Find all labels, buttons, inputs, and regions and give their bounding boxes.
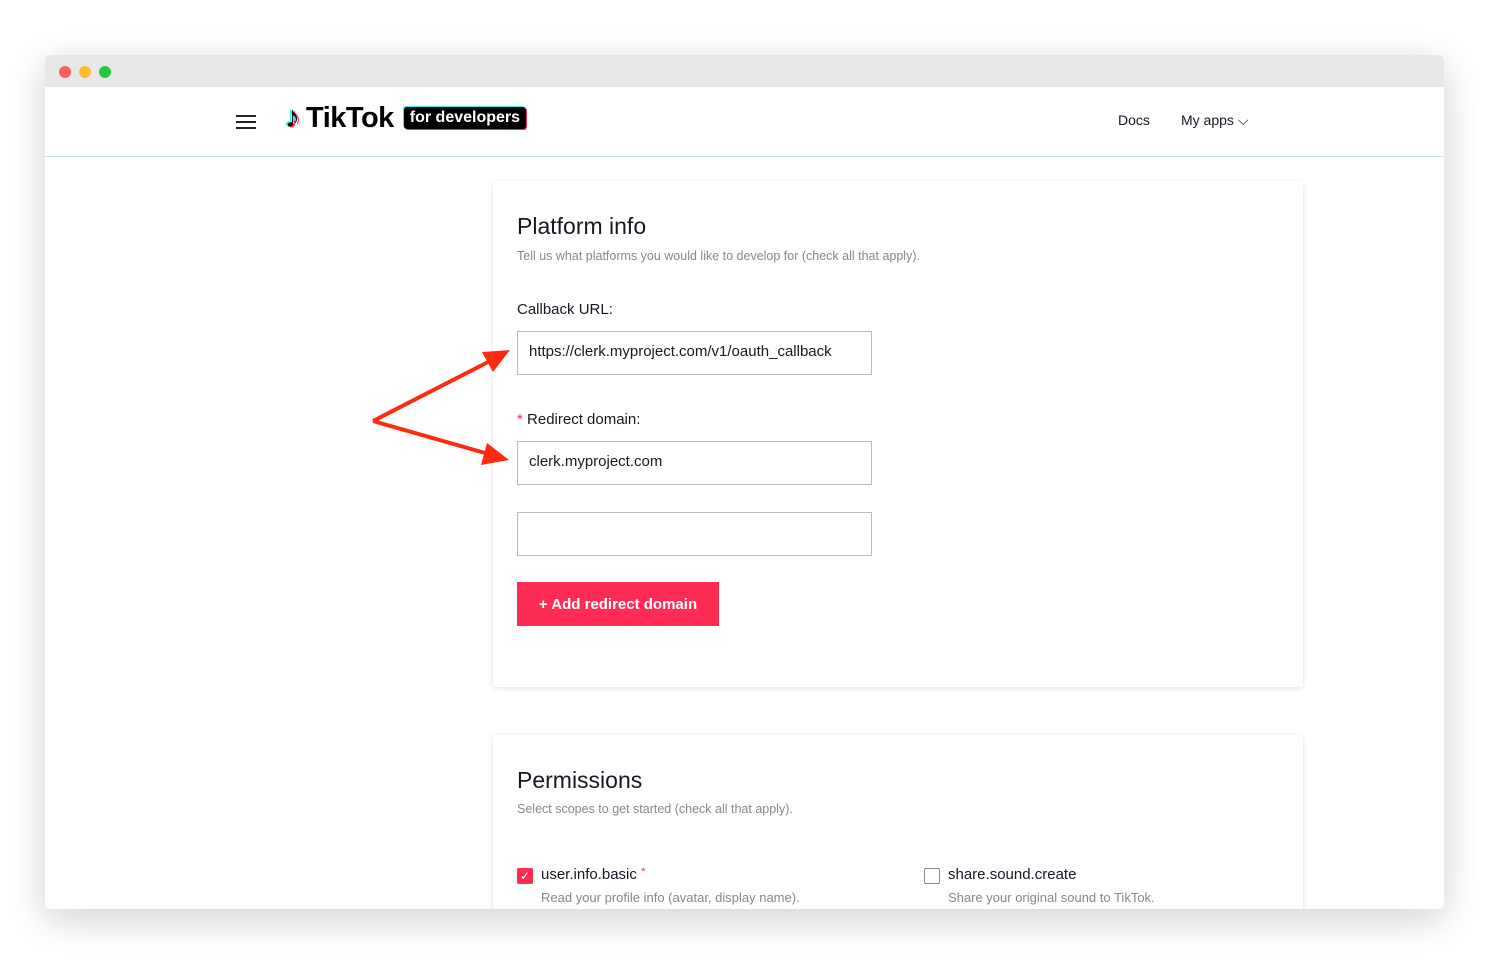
arrow-to-callback-url <box>372 358 493 423</box>
annotation-arrows <box>372 350 510 465</box>
arrow-head-icon <box>481 443 509 465</box>
arrow-to-redirect-domain <box>372 419 493 457</box>
